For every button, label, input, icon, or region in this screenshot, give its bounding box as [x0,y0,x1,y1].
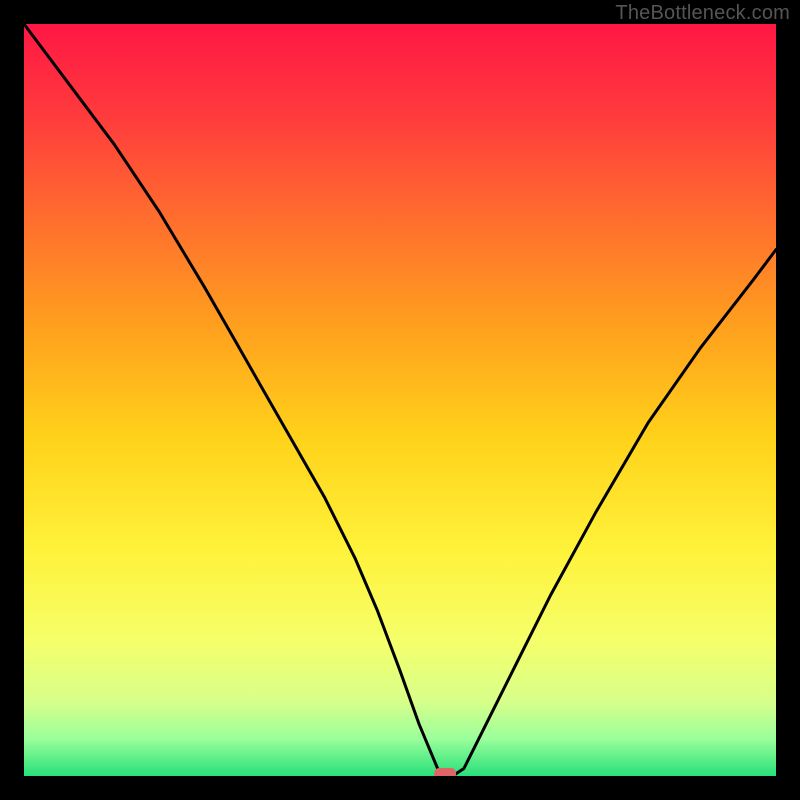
chart-frame: TheBottleneck.com [0,0,800,800]
chart-svg [24,24,776,776]
optimum-marker [434,768,456,776]
watermark-text: TheBottleneck.com [615,2,790,25]
chart-plot-area [24,24,776,776]
